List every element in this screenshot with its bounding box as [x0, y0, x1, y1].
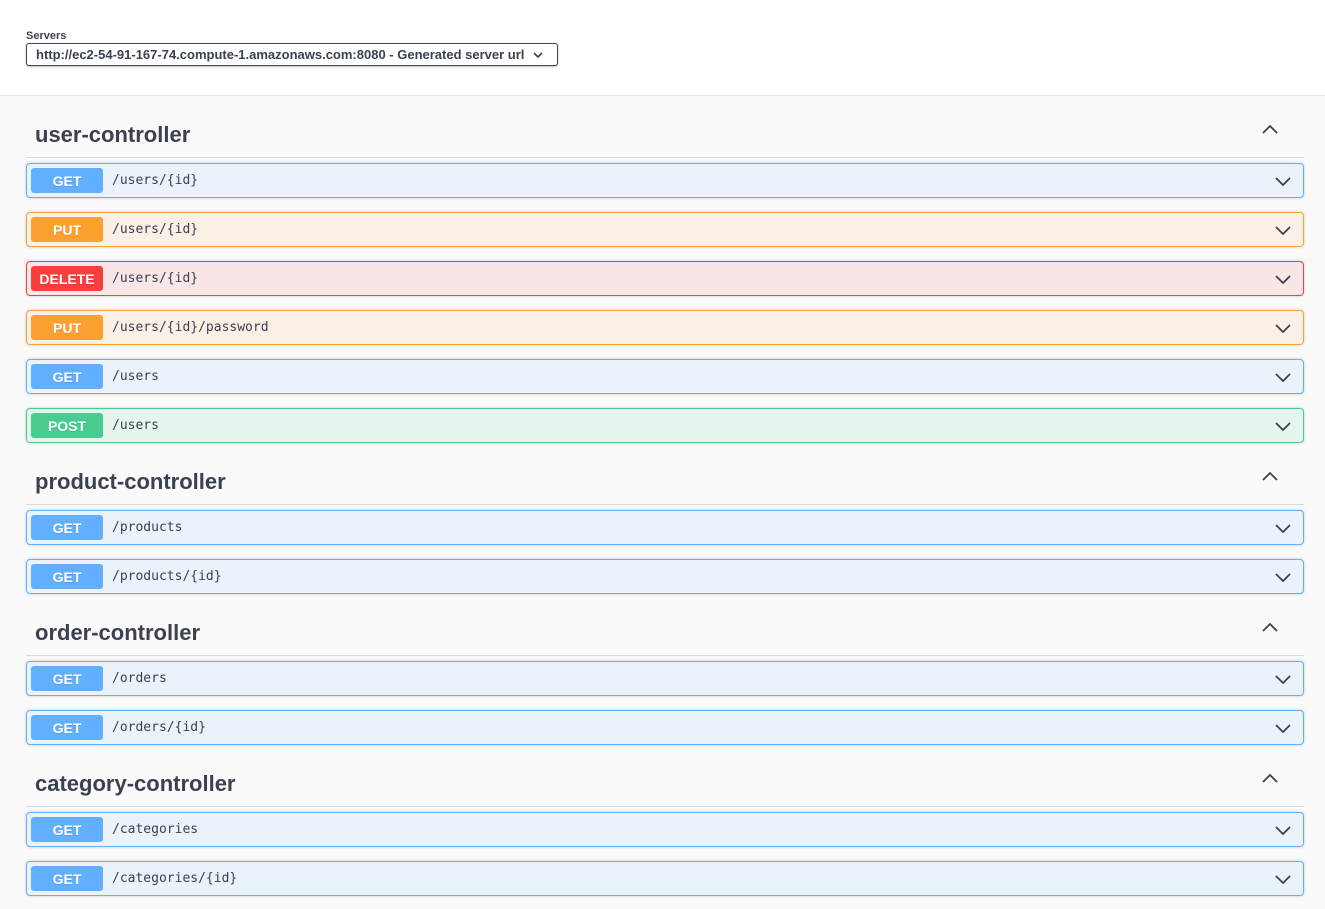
chevron-down-icon[interactable] [1273, 518, 1293, 538]
operation-put-row[interactable]: PUT/users/{id}/password [26, 310, 1304, 345]
chevron-down-icon[interactable] [1273, 416, 1293, 436]
tag-operations: GET/products GET/products/{id} [26, 510, 1304, 594]
method-badge: DELETE [31, 266, 103, 291]
tag-header-order-controller[interactable]: order-controller [26, 594, 1304, 656]
chevron-up-icon[interactable] [1260, 769, 1280, 789]
operation-path: /categories [112, 822, 199, 837]
method-badge: PUT [31, 315, 103, 340]
operation-path: /orders/{id} [112, 720, 206, 735]
method-badge: GET [31, 168, 103, 193]
method-badge: GET [31, 666, 103, 691]
tag-header-user-controller[interactable]: user-controller [26, 96, 1304, 158]
chevron-down-icon[interactable] [1273, 567, 1293, 587]
operation-path: /categories/{id} [112, 871, 238, 886]
tag-operations: GET/orders GET/orders/{id} [26, 661, 1304, 745]
operation-path: /users [112, 418, 159, 433]
operation-get-row[interactable]: GET/products/{id} [26, 559, 1304, 594]
tag-operations: GET/categories GET/categories/{id} [26, 812, 1304, 896]
tag-title: order-controller [35, 620, 201, 645]
operation-get-row[interactable]: GET/orders [26, 661, 1304, 696]
operation-path: /users/{id} [112, 173, 199, 188]
operation-path: /products [112, 520, 183, 535]
tag-operations: GET/users/{id} PUT/users/{id} DELETE/users… [26, 163, 1304, 443]
operation-get-row[interactable]: GET/categories [26, 812, 1304, 847]
method-badge: POST [31, 413, 103, 438]
server-select-value: http://ec2-54-91-167-74.compute-1.amazon… [36, 47, 525, 62]
chevron-down-icon[interactable] [1273, 820, 1293, 840]
chevron-down-icon[interactable] [1273, 220, 1293, 240]
method-badge: GET [31, 866, 103, 891]
operation-path: /users [112, 369, 159, 384]
tag-title: category-controller [35, 771, 236, 796]
chevron-up-icon[interactable] [1260, 120, 1280, 140]
operation-delete-row[interactable]: DELETE/users/{id} [26, 261, 1304, 296]
chevron-down-icon[interactable] [1273, 269, 1293, 289]
operation-post-row[interactable]: POST/users [26, 408, 1304, 443]
chevron-down-icon[interactable] [1273, 367, 1293, 387]
chevron-down-icon[interactable] [1273, 171, 1293, 191]
operation-path: /orders [112, 671, 167, 686]
operation-get-row[interactable]: GET/products [26, 510, 1304, 545]
operation-path: /users/{id} [112, 222, 199, 237]
servers-section: Servers http://ec2-54-91-167-74.compute-… [0, 0, 1325, 96]
operation-path: /users/{id}/password [112, 320, 269, 335]
tag-title: user-controller [35, 122, 191, 147]
chevron-up-icon[interactable] [1260, 618, 1280, 638]
tag-header-product-controller[interactable]: product-controller [26, 443, 1304, 505]
operations-list: user-controller GET/users/{id} PUT/users/{… [0, 96, 1325, 896]
method-badge: GET [31, 817, 103, 842]
chevron-down-icon[interactable] [1273, 669, 1293, 689]
method-badge: GET [31, 564, 103, 589]
operation-path: /users/{id} [112, 271, 199, 286]
method-badge: GET [31, 715, 103, 740]
operation-put-row[interactable]: PUT/users/{id} [26, 212, 1304, 247]
operation-get-row[interactable]: GET/categories/{id} [26, 861, 1304, 896]
method-badge: PUT [31, 217, 103, 242]
chevron-down-icon[interactable] [1273, 869, 1293, 889]
server-select[interactable]: http://ec2-54-91-167-74.compute-1.amazon… [26, 43, 558, 66]
operation-get-row[interactable]: GET/orders/{id} [26, 710, 1304, 745]
servers-label: Servers [26, 30, 67, 42]
operation-get-row[interactable]: GET/users/{id} [26, 163, 1304, 198]
operation-get-row[interactable]: GET/users [26, 359, 1304, 394]
tag-header-category-controller[interactable]: category-controller [26, 745, 1304, 807]
tag-title: product-controller [35, 469, 226, 494]
operation-path: /products/{id} [112, 569, 222, 584]
chevron-up-icon[interactable] [1260, 467, 1280, 487]
chevron-down-icon [533, 51, 543, 58]
chevron-down-icon[interactable] [1273, 318, 1293, 338]
method-badge: GET [31, 515, 103, 540]
chevron-down-icon[interactable] [1273, 718, 1293, 738]
method-badge: GET [31, 364, 103, 389]
